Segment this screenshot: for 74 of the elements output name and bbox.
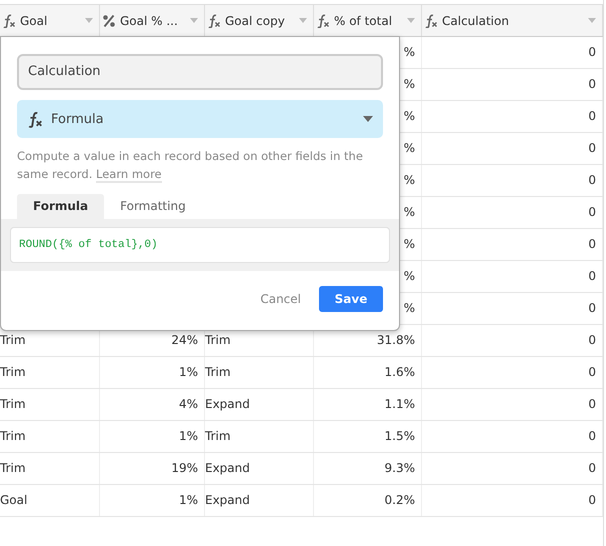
save-button[interactable]: Save (319, 286, 383, 312)
learn-more-link[interactable]: Learn more (96, 167, 162, 183)
table-cell: % (404, 173, 415, 187)
table-cell: 0 (588, 45, 596, 59)
cancel-button[interactable]: Cancel (256, 288, 305, 310)
table-cell: 0 (588, 173, 596, 187)
table-cell: 1% (178, 365, 198, 379)
formula-icon (2, 14, 16, 28)
caret-icon (363, 116, 373, 122)
table-cell: Expand (205, 397, 250, 411)
field-description: Compute a value in each record based on other fields in the same record. Learn more (17, 148, 364, 183)
table-cell: 4% (178, 397, 198, 411)
formula-icon (424, 14, 438, 28)
table-cell: Trim (205, 333, 231, 347)
table-cell: 9.3% (384, 461, 415, 475)
table-cell: 0 (588, 493, 596, 507)
table-cell: 1.6% (384, 365, 415, 379)
table-cell: 0 (588, 77, 596, 91)
table-cell: 0 (588, 237, 596, 251)
table-cell: % (404, 77, 415, 91)
editor-tab[interactable]: Formula (17, 194, 104, 219)
table-cell: 1.5% (384, 429, 415, 443)
editor-tab[interactable]: Formatting (104, 194, 202, 219)
column-header[interactable]: Calculation (422, 5, 603, 36)
table-cell: Trim (205, 365, 231, 379)
table-cell: 0 (588, 461, 596, 475)
table-cell: 0 (588, 429, 596, 443)
table-cell: 0 (588, 301, 596, 315)
table-cell: % (404, 109, 415, 123)
table-cell: Trim (0, 365, 26, 379)
table-cell: Trim (205, 429, 231, 443)
percent-icon (102, 14, 116, 28)
table-cell: Trim (0, 461, 26, 475)
table-cell: Goal (0, 493, 28, 507)
table-cell: 0 (588, 109, 596, 123)
formula-icon (316, 14, 330, 28)
caret-icon[interactable] (588, 18, 596, 23)
table-cell: Trim (0, 397, 26, 411)
table-cell: 1% (178, 493, 198, 507)
table-cell: 1.1% (384, 397, 415, 411)
table-cell: 0 (588, 397, 596, 411)
table-cell: 1% (178, 429, 198, 443)
field-type-dropdown[interactable]: Formula (17, 100, 383, 138)
table-cell: Trim (0, 429, 26, 443)
table-cell: % (404, 141, 415, 155)
table-cell: % (404, 237, 415, 251)
table-cell: 31.8% (376, 333, 415, 347)
caret-icon[interactable] (190, 18, 198, 23)
table-cell: 19% (171, 461, 198, 475)
formula-icon (207, 14, 221, 28)
table-cell: % (404, 45, 415, 59)
formula-icon (27, 110, 43, 128)
table-cell: % (404, 205, 415, 219)
caret-icon[interactable] (85, 18, 93, 23)
table-cell: Expand (205, 461, 250, 475)
table-cell: 0 (588, 333, 596, 347)
table-cell: % (404, 301, 415, 315)
column-title: Goal copy (225, 14, 285, 28)
column-title: Goal % ... (120, 14, 178, 28)
caret-icon[interactable] (407, 18, 415, 23)
table-cell: 0 (588, 205, 596, 219)
table-cell: 0 (588, 269, 596, 283)
table-cell: % (404, 269, 415, 283)
table-cell: Trim (0, 333, 26, 347)
column-title: % of total (334, 14, 392, 28)
table-cell: 0 (588, 141, 596, 155)
column-title: Goal (20, 14, 48, 28)
caret-icon[interactable] (299, 18, 307, 23)
column-title: Calculation (442, 14, 509, 28)
table-cell: 24% (171, 333, 198, 347)
field-name-input[interactable]: Calculation (17, 54, 383, 90)
table-cell: 0.2% (384, 493, 415, 507)
table-cell: Expand (205, 493, 250, 507)
table-cell: 0 (588, 365, 596, 379)
